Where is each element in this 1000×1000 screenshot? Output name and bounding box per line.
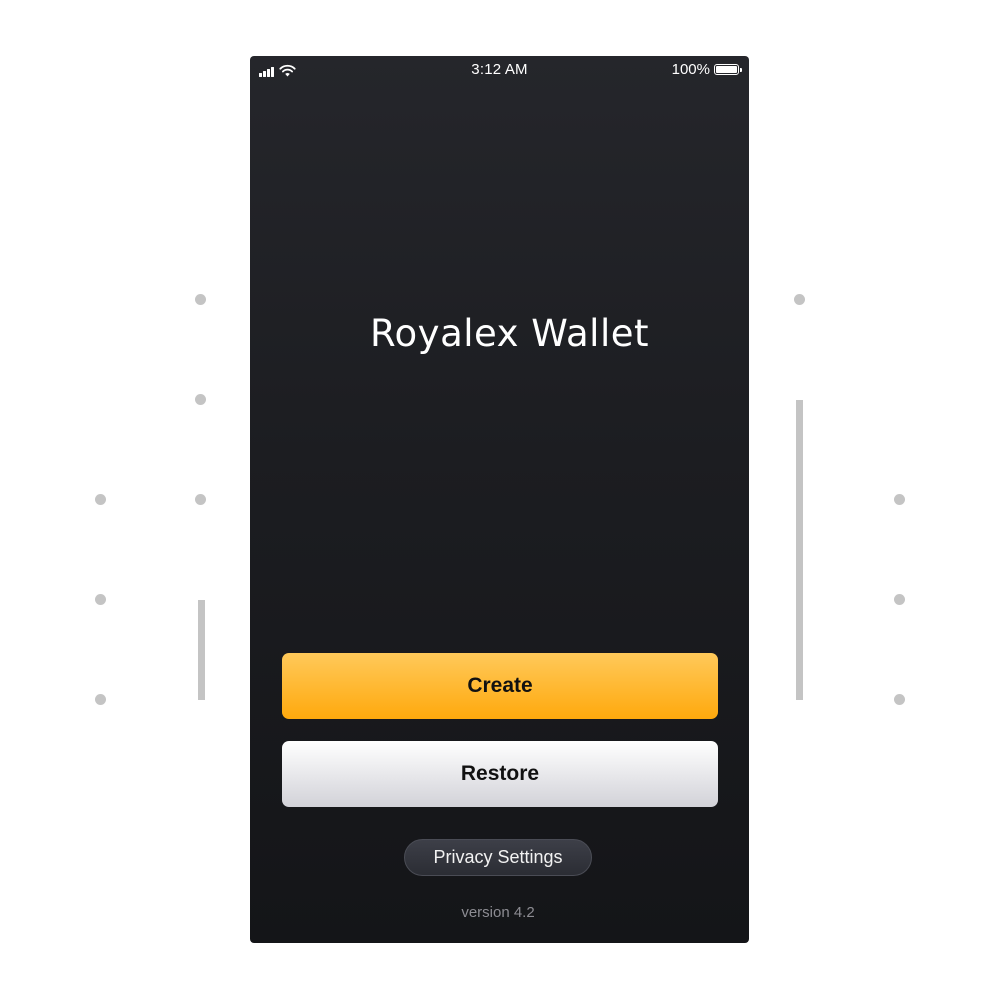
create-button[interactable]: Create — [282, 653, 718, 719]
decor-dot — [95, 694, 106, 705]
decor-dot — [195, 394, 206, 405]
battery-icon — [714, 64, 739, 75]
decor-bar — [796, 400, 803, 700]
decor-dot — [195, 494, 206, 505]
decor-bar — [198, 600, 205, 700]
status-right: 100% — [672, 61, 742, 78]
decor-dot — [894, 494, 905, 505]
decor-dot — [95, 594, 106, 605]
battery-level-fill — [716, 66, 737, 73]
privacy-settings-button[interactable]: Privacy Settings — [404, 839, 592, 876]
version-label: version 4.2 — [461, 904, 535, 921]
decor-dot — [894, 694, 905, 705]
status-bar: 3:12 AM 100% — [250, 56, 749, 84]
battery-cap — [740, 67, 742, 72]
decor-dot — [794, 294, 805, 305]
canvas: 3:12 AM 100% Royalex Wallet Create Resto… — [0, 0, 1000, 1000]
app-title: Royalex Wallet — [369, 312, 650, 355]
phone-screen: 3:12 AM 100% Royalex Wallet Create Resto… — [250, 56, 749, 943]
decor-dot — [195, 294, 206, 305]
battery-percent: 100% — [671, 61, 710, 78]
decor-dot — [894, 594, 905, 605]
decor-dot — [95, 494, 106, 505]
restore-button[interactable]: Restore — [282, 741, 718, 807]
